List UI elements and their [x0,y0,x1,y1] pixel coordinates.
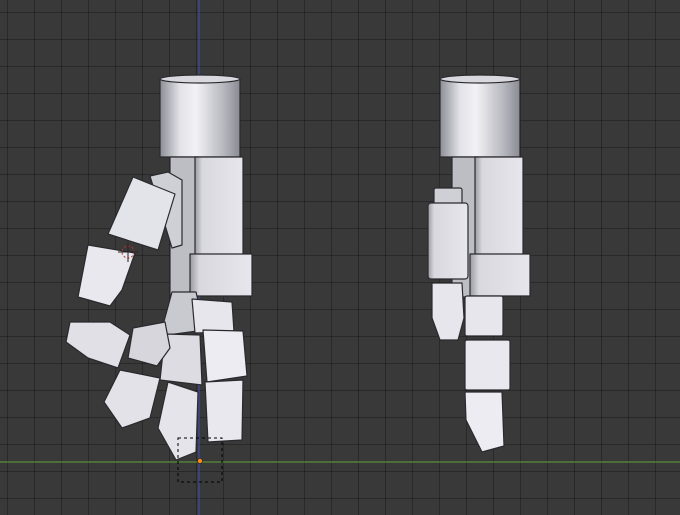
palm-side-plate [194,156,244,258]
thumb-proximal [427,202,469,280]
finger-distal [464,391,505,453]
palm-side-plate [474,156,524,258]
finger-mid [464,339,511,391]
finger-3-distal [103,369,161,429]
palm-knuckle-block [469,253,531,297]
thumb-distal [431,282,465,341]
finger-5-tip [157,381,199,461]
robot-hand-straight[interactable] [427,74,531,453]
finger-1-proximal [191,298,235,334]
object-origin-icon[interactable] [197,458,203,464]
finger-proximal [464,295,504,337]
wrist-cylinder [159,74,241,158]
finger-1-distal [202,329,248,383]
3d-viewport[interactable] [0,0,680,515]
wrist-cylinder [439,74,521,158]
robot-hand-curled[interactable] [65,74,253,461]
palm-knuckle-block [189,253,253,297]
viewport-canvas[interactable] [0,0,680,515]
finger-4-tip [65,321,131,369]
finger-2-distal [204,379,244,443]
thumb-distal [77,244,136,307]
